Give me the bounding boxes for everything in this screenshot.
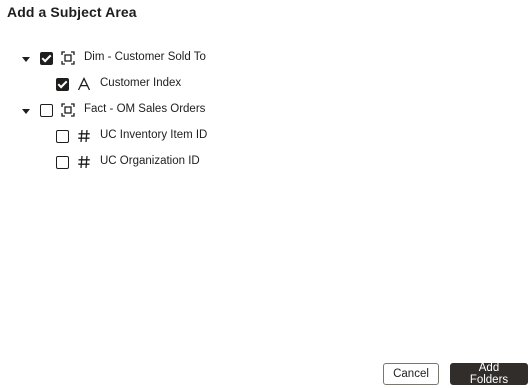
- dialog-footer: Cancel Add Folders: [383, 362, 528, 386]
- tree-node-customer-index: Customer Index: [0, 72, 532, 98]
- tree-node-label[interactable]: UC Organization ID: [100, 155, 200, 167]
- tree-node-uc-inventory-item-id: UC Inventory Item ID: [0, 124, 532, 150]
- text-attribute-icon: [77, 77, 91, 91]
- add-folders-button[interactable]: Add Folders: [450, 362, 528, 386]
- tree-node-dim-customer-sold-to: Dim - Customer Sold To: [0, 46, 532, 72]
- checkbox-customer-index[interactable]: [56, 78, 69, 91]
- hash-icon: [77, 155, 91, 169]
- hash-icon: [77, 129, 91, 143]
- tree-node-label[interactable]: Customer Index: [100, 77, 181, 89]
- folder-frame-icon: [61, 103, 75, 117]
- tree-node-uc-organization-id: UC Organization ID: [0, 150, 532, 176]
- folder-frame-icon: [61, 51, 75, 65]
- checkbox-uc-organization-id[interactable]: [56, 156, 69, 169]
- expand-toggle-icon[interactable]: [20, 53, 32, 65]
- checkbox-fact-om-sales-orders[interactable]: [40, 104, 53, 117]
- expand-toggle-icon[interactable]: [20, 105, 32, 117]
- checkbox-dim-customer-sold-to[interactable]: [40, 52, 53, 65]
- tree-node-fact-om-sales-orders: Fact - OM Sales Orders: [0, 98, 532, 124]
- add-subject-area-dialog: Add a Subject Area Dim - Customer Sold T…: [0, 0, 532, 388]
- checkbox-uc-inventory-item-id[interactable]: [56, 130, 69, 143]
- cancel-button[interactable]: Cancel: [383, 363, 439, 385]
- tree-node-label[interactable]: UC Inventory Item ID: [100, 129, 207, 141]
- tree-node-label[interactable]: Dim - Customer Sold To: [84, 51, 206, 63]
- subject-area-tree: Dim - Customer Sold To Customer Index Fa…: [0, 46, 532, 176]
- dialog-title: Add a Subject Area: [7, 4, 137, 20]
- tree-node-label[interactable]: Fact - OM Sales Orders: [84, 103, 205, 115]
